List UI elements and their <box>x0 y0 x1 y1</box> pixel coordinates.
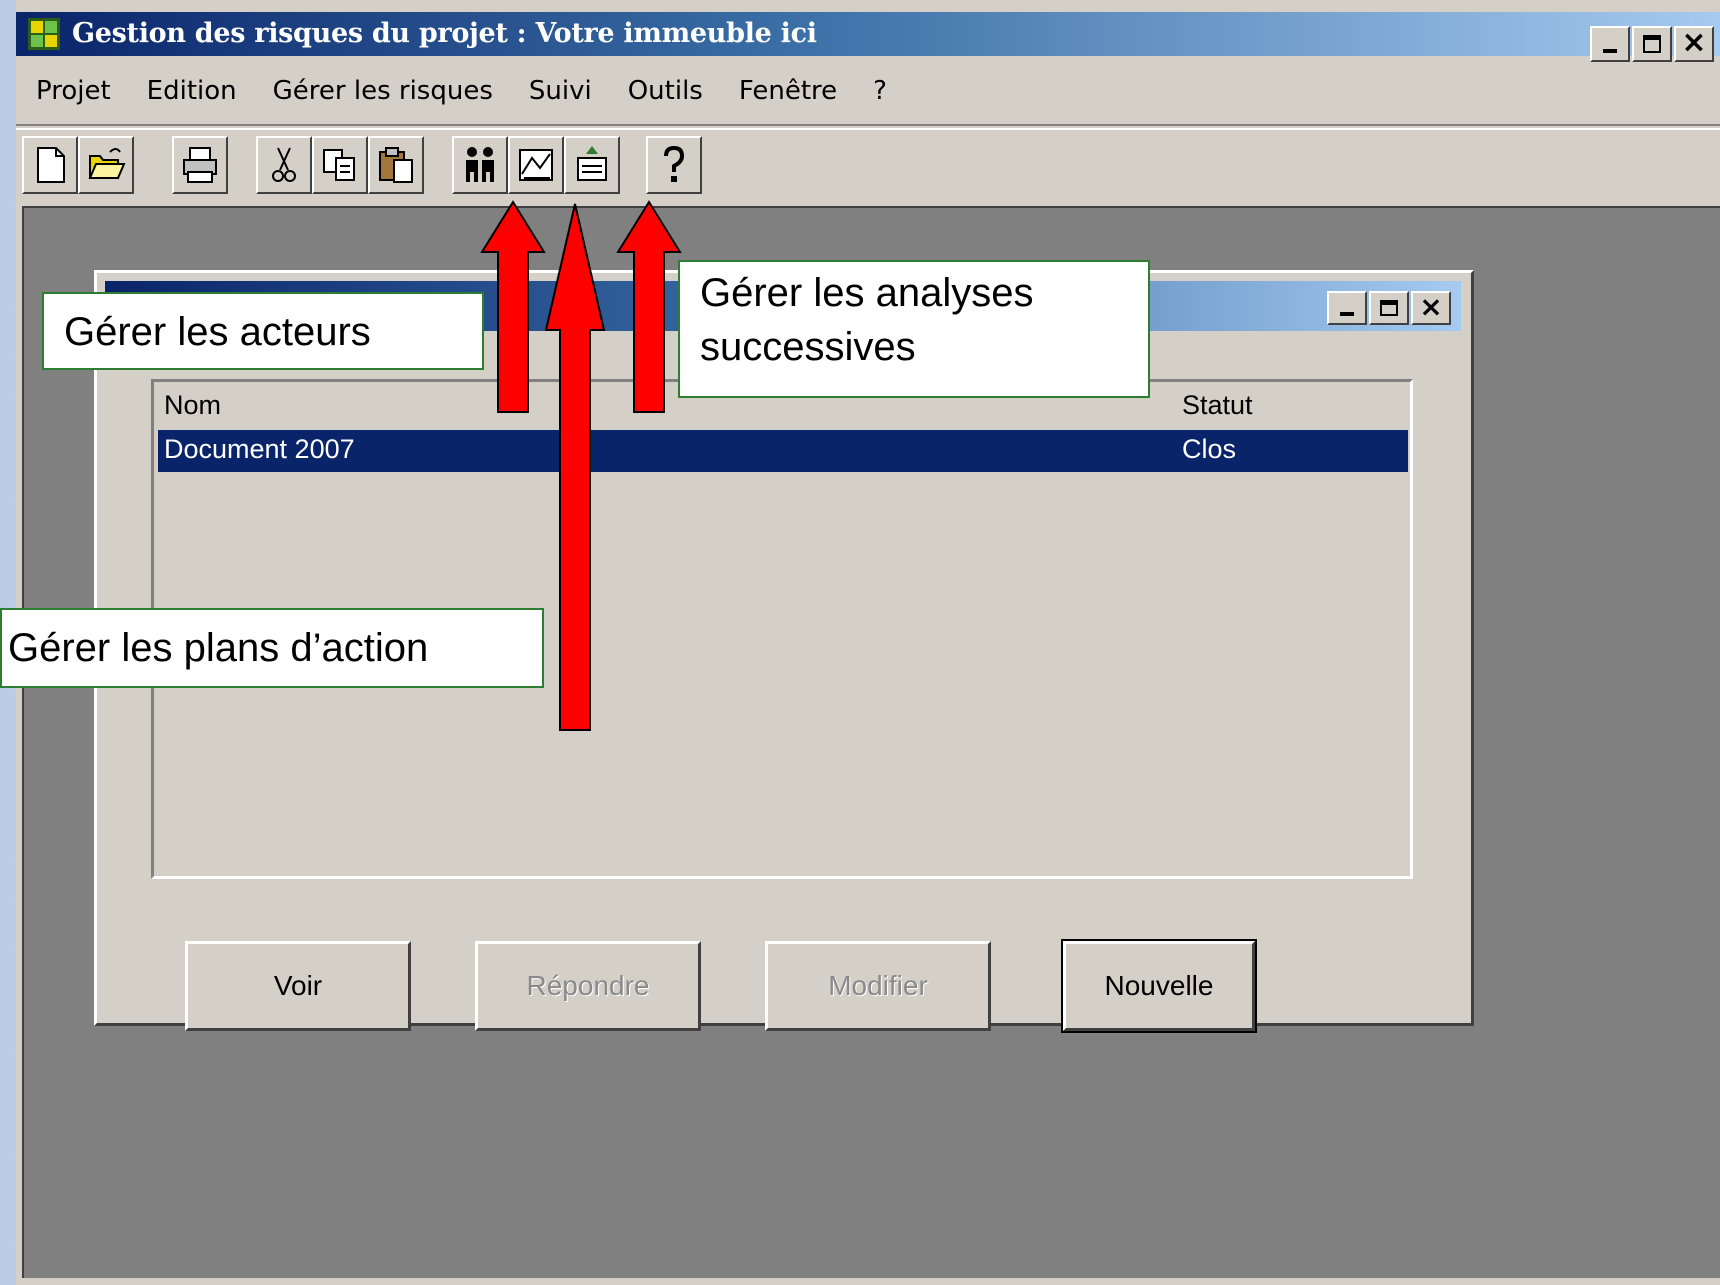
action-plans-button[interactable] <box>508 136 564 194</box>
child-close-button[interactable]: × <box>1411 290 1451 325</box>
actors-icon <box>466 147 494 182</box>
print-icon <box>183 147 217 183</box>
callout-action-plans: Gérer les plans d’action <box>0 608 544 688</box>
menu-help[interactable]: ? <box>853 68 903 110</box>
row-name: Document 2007 <box>164 434 355 464</box>
paste-icon <box>379 147 413 183</box>
copy-icon <box>323 149 355 181</box>
maximize-icon <box>1643 35 1661 53</box>
child-window-controls: × <box>1327 290 1451 325</box>
callout-analyses-line2: successives <box>700 325 916 369</box>
column-header-nom[interactable]: Nom <box>164 390 221 421</box>
paste-button[interactable] <box>368 136 424 194</box>
row-status: Clos <box>1182 434 1237 464</box>
child-maximize-button[interactable] <box>1369 291 1409 325</box>
menu-outils[interactable]: Outils <box>608 68 719 110</box>
cut-button[interactable] <box>256 136 312 194</box>
callout-actors: Gérer les acteurs <box>42 292 484 370</box>
column-header-statut[interactable]: Statut <box>1182 390 1253 421</box>
callout-analyses-line1: Gérer les analyses <box>700 271 1034 315</box>
minimize-button[interactable] <box>1590 26 1630 62</box>
nouvelle-button[interactable]: Nouvelle <box>1061 939 1257 1033</box>
new-button[interactable] <box>22 136 78 194</box>
app-icon <box>28 18 60 50</box>
toolbar-separator <box>16 124 1720 130</box>
successive-analyses-icon <box>577 146 607 181</box>
cut-icon <box>272 147 296 182</box>
new-document-icon <box>37 147 65 183</box>
action-plans-icon <box>519 149 553 181</box>
copy-button[interactable] <box>312 136 368 194</box>
help-icon <box>664 145 685 182</box>
print-button[interactable] <box>172 136 228 194</box>
close-icon: × <box>1681 25 1707 60</box>
child-minimize-button[interactable] <box>1327 291 1367 325</box>
maximize-button[interactable] <box>1632 26 1672 62</box>
menu-fenetre[interactable]: Fenêtre <box>719 68 853 110</box>
title-bar[interactable]: Gestion des risques du projet : Votre im… <box>16 12 1720 62</box>
repondre-button[interactable]: Répondre <box>475 941 701 1031</box>
menu-projet[interactable]: Projet <box>16 68 127 110</box>
callout-analyses: Gérer les analyses successives <box>678 260 1150 398</box>
menu-edition[interactable]: Edition <box>127 68 253 110</box>
menu-bar: Projet Edition Gérer les risques Suivi O… <box>16 68 1720 110</box>
open-button[interactable] <box>78 136 134 194</box>
actors-button[interactable] <box>452 136 508 194</box>
minimize-icon <box>1602 48 1618 53</box>
callout-actors-text: Gérer les acteurs <box>64 310 371 354</box>
minimize-icon <box>1339 312 1355 317</box>
close-button[interactable]: × <box>1674 25 1714 62</box>
window-controls: × <box>1590 25 1714 62</box>
maximize-icon <box>1380 299 1398 317</box>
close-icon: × <box>1419 290 1443 323</box>
voir-button[interactable]: Voir <box>185 941 411 1031</box>
modifier-button[interactable]: Modifier <box>765 941 991 1031</box>
window-title: Gestion des risques du projet : Votre im… <box>72 18 817 49</box>
menu-suivi[interactable]: Suivi <box>509 68 608 110</box>
open-folder-icon <box>88 148 126 179</box>
help-button[interactable] <box>646 136 702 194</box>
callout-action-plans-text: Gérer les plans d’action <box>8 626 429 670</box>
menu-gerer-risques[interactable]: Gérer les risques <box>253 68 509 110</box>
list-row-selected[interactable]: Document 2007 Clos <box>158 430 1408 472</box>
successive-analyses-button[interactable] <box>564 136 620 194</box>
